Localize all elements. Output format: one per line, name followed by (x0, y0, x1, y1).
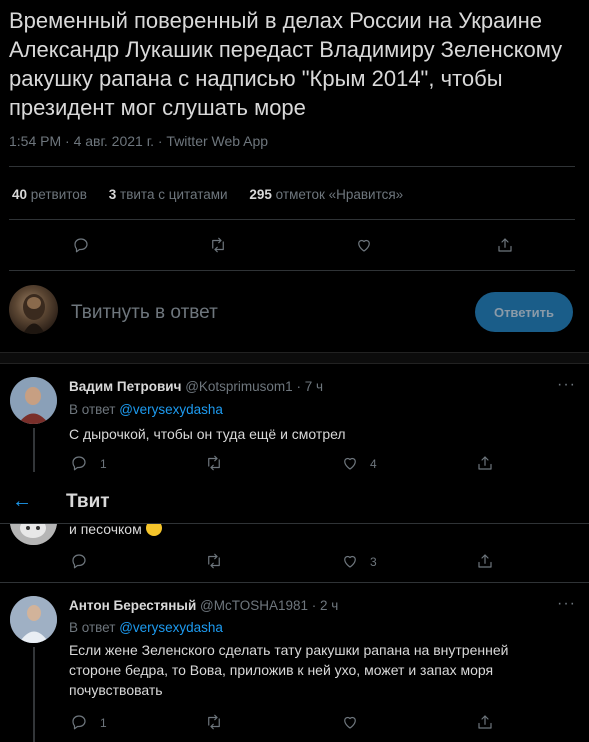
share-icon[interactable] (494, 234, 516, 256)
reply-author[interactable]: Вадим Петрович @Kotsprimusom1 · 7 ч (69, 379, 323, 394)
share-icon[interactable] (474, 452, 496, 474)
divider (0, 582, 589, 583)
more-icon[interactable]: ··· (557, 376, 576, 394)
quotes-label: твита с цитатами (120, 187, 228, 202)
section-separator (0, 352, 589, 364)
reply-icon[interactable] (68, 452, 90, 474)
reply-input[interactable]: Твитнуть в ответ (71, 302, 218, 324)
reply-author[interactable]: Антон Берестяный @McTOSHA1981 · 2 ч (69, 598, 338, 613)
page-header: ← Твит (0, 484, 589, 524)
reply-count: 1 (100, 457, 107, 471)
retweet-icon[interactable] (203, 550, 225, 572)
reply-time: · 7 ч (296, 379, 324, 394)
like-count: 3 (370, 555, 377, 569)
retweets-count: 40 (12, 187, 28, 202)
retweet-icon[interactable] (203, 452, 225, 474)
avatar[interactable] (9, 285, 58, 334)
page-title: Твит (66, 491, 110, 512)
reply-text: Если жене Зеленского сделать тату ракушк… (69, 642, 509, 698)
reply-icon[interactable] (68, 711, 90, 733)
likes-count: 295 (249, 187, 272, 202)
likes-label: отметок «Нравится» (275, 187, 404, 202)
like-icon[interactable] (339, 550, 361, 572)
reply-to: В ответ @verysexydasha (69, 620, 223, 635)
share-icon[interactable] (474, 550, 496, 572)
likes-stat[interactable]: 295 отметок «Нравится» (249, 187, 403, 202)
tweet-meta[interactable]: 1:54 PM · 4 авг. 2021 г. · Twitter Web A… (9, 133, 268, 149)
reply-to-link[interactable]: @verysexydasha (119, 620, 223, 635)
reply-button[interactable]: Ответить (475, 292, 573, 332)
quotes-count: 3 (108, 187, 117, 202)
reply-to-label: В ответ (69, 620, 116, 635)
like-count: 4 (370, 457, 377, 471)
thread-line (33, 428, 35, 472)
reply-icon[interactable] (68, 550, 90, 572)
reply-time: · 2 ч (311, 598, 339, 613)
author-handle: @Kotsprimusom1 (185, 379, 293, 394)
retweets-label: ретвитов (30, 187, 87, 202)
divider (9, 166, 575, 167)
retweet-icon[interactable] (203, 711, 225, 733)
author-name: Антон Берестяный (69, 598, 197, 613)
retweets-stat[interactable]: 40 ретвитов (12, 187, 87, 202)
reply-to-link[interactable]: @verysexydasha (119, 402, 223, 417)
like-icon[interactable] (339, 452, 361, 474)
thread-line (33, 647, 35, 742)
reply-count: 1 (100, 716, 107, 730)
avatar[interactable] (10, 377, 57, 424)
reply-icon[interactable] (70, 234, 92, 256)
back-arrow-icon[interactable]: ← (12, 490, 32, 513)
share-icon[interactable] (474, 711, 496, 733)
quotes-stat[interactable]: 3 твита с цитатами (109, 187, 228, 202)
retweet-icon[interactable] (207, 234, 229, 256)
divider (9, 270, 575, 271)
reply-text: С дырочкой, чтобы он туда ещё и смотрел (69, 426, 346, 442)
tweet-stats: 40 ретвитов 3 твита с цитатами 295 отмет… (12, 187, 403, 202)
like-icon[interactable] (353, 234, 375, 256)
more-icon[interactable]: ··· (557, 595, 576, 613)
author-handle: @McTOSHA1981 (200, 598, 309, 613)
author-name: Вадим Петрович (69, 379, 182, 394)
reply-to-label: В ответ (69, 402, 116, 417)
like-icon[interactable] (339, 711, 361, 733)
avatar[interactable] (10, 596, 57, 643)
tweet-text: Временный поверенный в делах России на У… (9, 8, 563, 120)
reply-to: В ответ @verysexydasha (69, 402, 223, 417)
divider (9, 219, 575, 220)
